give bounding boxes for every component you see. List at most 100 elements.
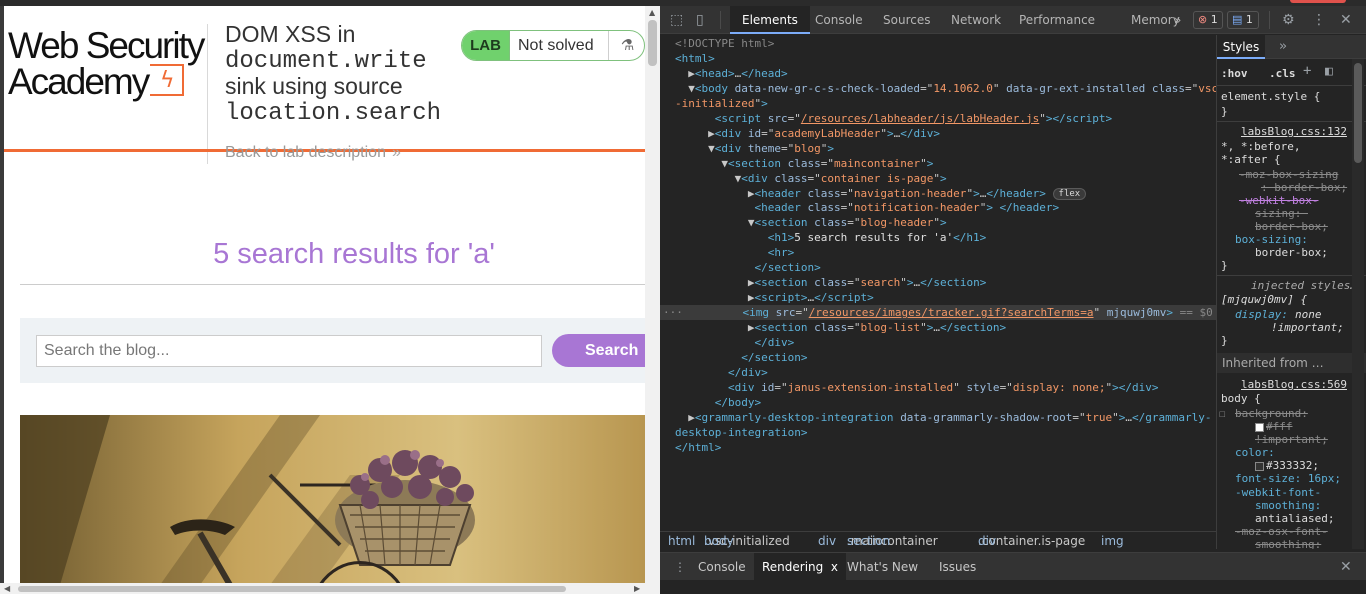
tab-styles[interactable]: Styles [1217, 35, 1265, 59]
vertical-scroll-thumb[interactable] [648, 20, 657, 66]
styles-scrollbar[interactable] [1352, 59, 1364, 549]
drawer-tab-console[interactable]: Console [698, 553, 746, 581]
toggle-sidebar-icon[interactable]: ◧ [1325, 65, 1333, 78]
dom-node-line[interactable]: ▼<body data-new-gr-c-s-check-loaded="14.… [675, 81, 1216, 96]
dom-node-line[interactable]: <h1>5 search results for 'a'</h1> [675, 230, 987, 245]
window-close-indicator[interactable] [1290, 0, 1346, 3]
breadcrumb-item[interactable]: section .maincontainer [847, 532, 938, 550]
tab-console[interactable]: Console [815, 6, 863, 34]
error-counter[interactable]: ⊗ 1 [1193, 11, 1223, 29]
dom-node-line[interactable]: ▼<div class="container is-page"> [675, 171, 947, 186]
dom-node-line[interactable]: ▶<div id="academyLabHeader">…</div> [675, 126, 940, 141]
moz-osx-font-smoothing-prop[interactable]: -moz-osx-font- [1235, 525, 1328, 538]
dom-node-line[interactable]: </section> [675, 260, 820, 275]
universal-selector: *, *:before, [1221, 140, 1301, 153]
dom-node-line[interactable]: ▶<section class="blog-list">…</section> [675, 320, 1006, 335]
stylesheet-link-569[interactable]: labsBlog.css:569 [1241, 378, 1347, 391]
font-size-prop[interactable]: font-size: 16px; [1235, 472, 1341, 485]
drawer-menu-icon[interactable]: ⋮ [674, 553, 686, 581]
scroll-left-arrow-icon[interactable]: ◀ [4, 584, 10, 593]
background-prop[interactable]: background: [1235, 407, 1308, 420]
styles-more-tabs-icon[interactable]: » [1279, 39, 1287, 54]
dom-node-line[interactable]: ▶<section class="search">…</section> [675, 275, 986, 290]
rule-close: } [1221, 259, 1228, 272]
horizontal-scrollbar[interactable]: ◀ ▶ [0, 583, 645, 594]
cls-toggle[interactable]: .cls [1269, 67, 1296, 80]
dom-node-line[interactable]: </section> [675, 350, 807, 365]
styles-divider [1217, 275, 1366, 276]
dom-node-line[interactable]: ▶<script>…</script> [675, 290, 874, 305]
property-checkbox[interactable]: ☐ [1219, 407, 1226, 420]
dom-node-line[interactable]: </div> [675, 365, 768, 380]
dom-node-line[interactable]: ▼<section class="maincontainer"> [675, 156, 933, 171]
breadcrumb-item[interactable]: body .vsc-initialized [704, 532, 790, 550]
color-val-text: #333332; [1266, 459, 1319, 472]
color-swatch-white[interactable] [1255, 422, 1264, 432]
moz-osx-font-smoothing-prop-2: smoothing: [1255, 538, 1322, 549]
moz-box-sizing-prop[interactable]: -moz-box-sizing [1239, 168, 1338, 181]
elements-tree[interactable]: <!DOCTYPE html> <html> ▶<head>…</head> ▼<… [660, 35, 1216, 531]
message-counter[interactable]: ▤ 1 [1227, 11, 1259, 29]
element-style-rule[interactable]: element.style { [1221, 90, 1320, 103]
color-swatch-dark[interactable] [1255, 461, 1264, 471]
dom-node-line[interactable]: <hr> [675, 245, 795, 260]
logo-flash-icon: ϟ [160, 68, 175, 93]
close-drawer-icon[interactable]: ✕ [1340, 553, 1352, 581]
close-rendering-tab-icon[interactable]: x [831, 560, 838, 574]
dom-node-line[interactable]: ▼<div theme="blog"> [675, 141, 834, 156]
drawer-tab-whats-new[interactable]: What's New [847, 553, 918, 581]
inspect-element-icon[interactable]: ⬚ [670, 12, 683, 28]
dom-node-line[interactable]: <script src="/resources/labheader/js/lab… [675, 111, 1112, 126]
more-tabs-icon[interactable]: » [1174, 6, 1181, 34]
dom-node-line[interactable]: ▶<header class="navigation-header">…</he… [675, 186, 1087, 201]
universal-selector-2: *:after { [1221, 153, 1281, 166]
color-prop[interactable]: color: [1235, 446, 1275, 459]
selected-dom-node[interactable]: ··· <img src="/resources/images/tracker.… [660, 305, 1216, 321]
display-prop: display: [1235, 308, 1288, 321]
scroll-up-arrow-icon[interactable]: ▲ [649, 8, 655, 17]
tab-sources[interactable]: Sources [883, 6, 930, 34]
vertical-scrollbar[interactable]: ▲ [645, 6, 660, 594]
message-count: 1 [1245, 13, 1253, 26]
kebab-menu-icon[interactable]: ⋮ [1312, 12, 1326, 28]
styles-scroll-thumb[interactable] [1354, 63, 1362, 163]
search-input[interactable]: Search the blog... [36, 335, 542, 367]
flask-icon: ⚗ [608, 31, 644, 60]
hov-toggle[interactable]: :hov [1221, 67, 1248, 80]
back-to-lab-link[interactable]: Back to lab description » [225, 144, 401, 162]
device-toolbar-icon[interactable]: ▯ [696, 12, 704, 28]
horizontal-scroll-thumb[interactable] [18, 586, 566, 592]
settings-gear-icon[interactable]: ⚙ [1282, 12, 1295, 28]
dom-node-line[interactable]: <!DOCTYPE html> [675, 36, 774, 51]
webkit-font-smoothing-prop[interactable]: -webkit-font- [1235, 486, 1321, 499]
drawer-tab-rendering[interactable]: Rendering x [754, 553, 847, 581]
dom-node-line[interactable]: </body> [675, 395, 761, 410]
dom-node-line[interactable]: ▼<section class="blog-header"> [675, 215, 947, 230]
moz-box-sizing-val: : border-box; [1261, 181, 1348, 194]
tab-network[interactable]: Network [951, 6, 1001, 34]
dom-node-line[interactable]: <html> [675, 51, 715, 66]
webkit-font-smoothing-val: antialiased; [1255, 512, 1335, 525]
breadcrumb-tag: body [704, 534, 734, 548]
stylesheet-link-132[interactable]: labsBlog.css:132 [1241, 125, 1347, 138]
dom-node-line[interactable]: desktop-integration> [675, 425, 807, 440]
blog-post-image[interactable] [20, 415, 645, 585]
dom-node-line[interactable]: ▶<head>…</head> [675, 66, 787, 81]
scroll-right-arrow-icon[interactable]: ▶ [634, 584, 640, 593]
tab-memory[interactable]: Memory [1131, 6, 1180, 34]
dom-node-line[interactable]: </html> [675, 440, 721, 455]
drawer-tab-issues[interactable]: Issues [939, 553, 976, 581]
add-rule-icon[interactable]: + [1303, 64, 1311, 78]
search-button[interactable]: Search [552, 334, 660, 367]
dom-node-line[interactable]: -initialized"> [675, 96, 768, 111]
dom-node-line[interactable]: ▶<grammarly-desktop-integration data-gra… [675, 410, 1211, 425]
tab-performance[interactable]: Performance [1019, 6, 1095, 34]
dom-node-line[interactable]: </div> [675, 335, 794, 350]
dom-node-line[interactable]: <div id="janus-extension-installed" styl… [675, 380, 1159, 395]
breadcrumb-item[interactable]: div .container.is-page [978, 532, 1085, 550]
box-sizing-prop[interactable]: box-sizing: [1235, 233, 1308, 246]
dom-node-line[interactable]: <header class="notification-header"> </h… [675, 200, 1059, 215]
close-devtools-icon[interactable]: ✕ [1340, 12, 1352, 28]
webkit-box-sizing-prop[interactable]: -webkit-box- [1239, 194, 1318, 207]
tab-elements[interactable]: Elements [730, 6, 810, 34]
